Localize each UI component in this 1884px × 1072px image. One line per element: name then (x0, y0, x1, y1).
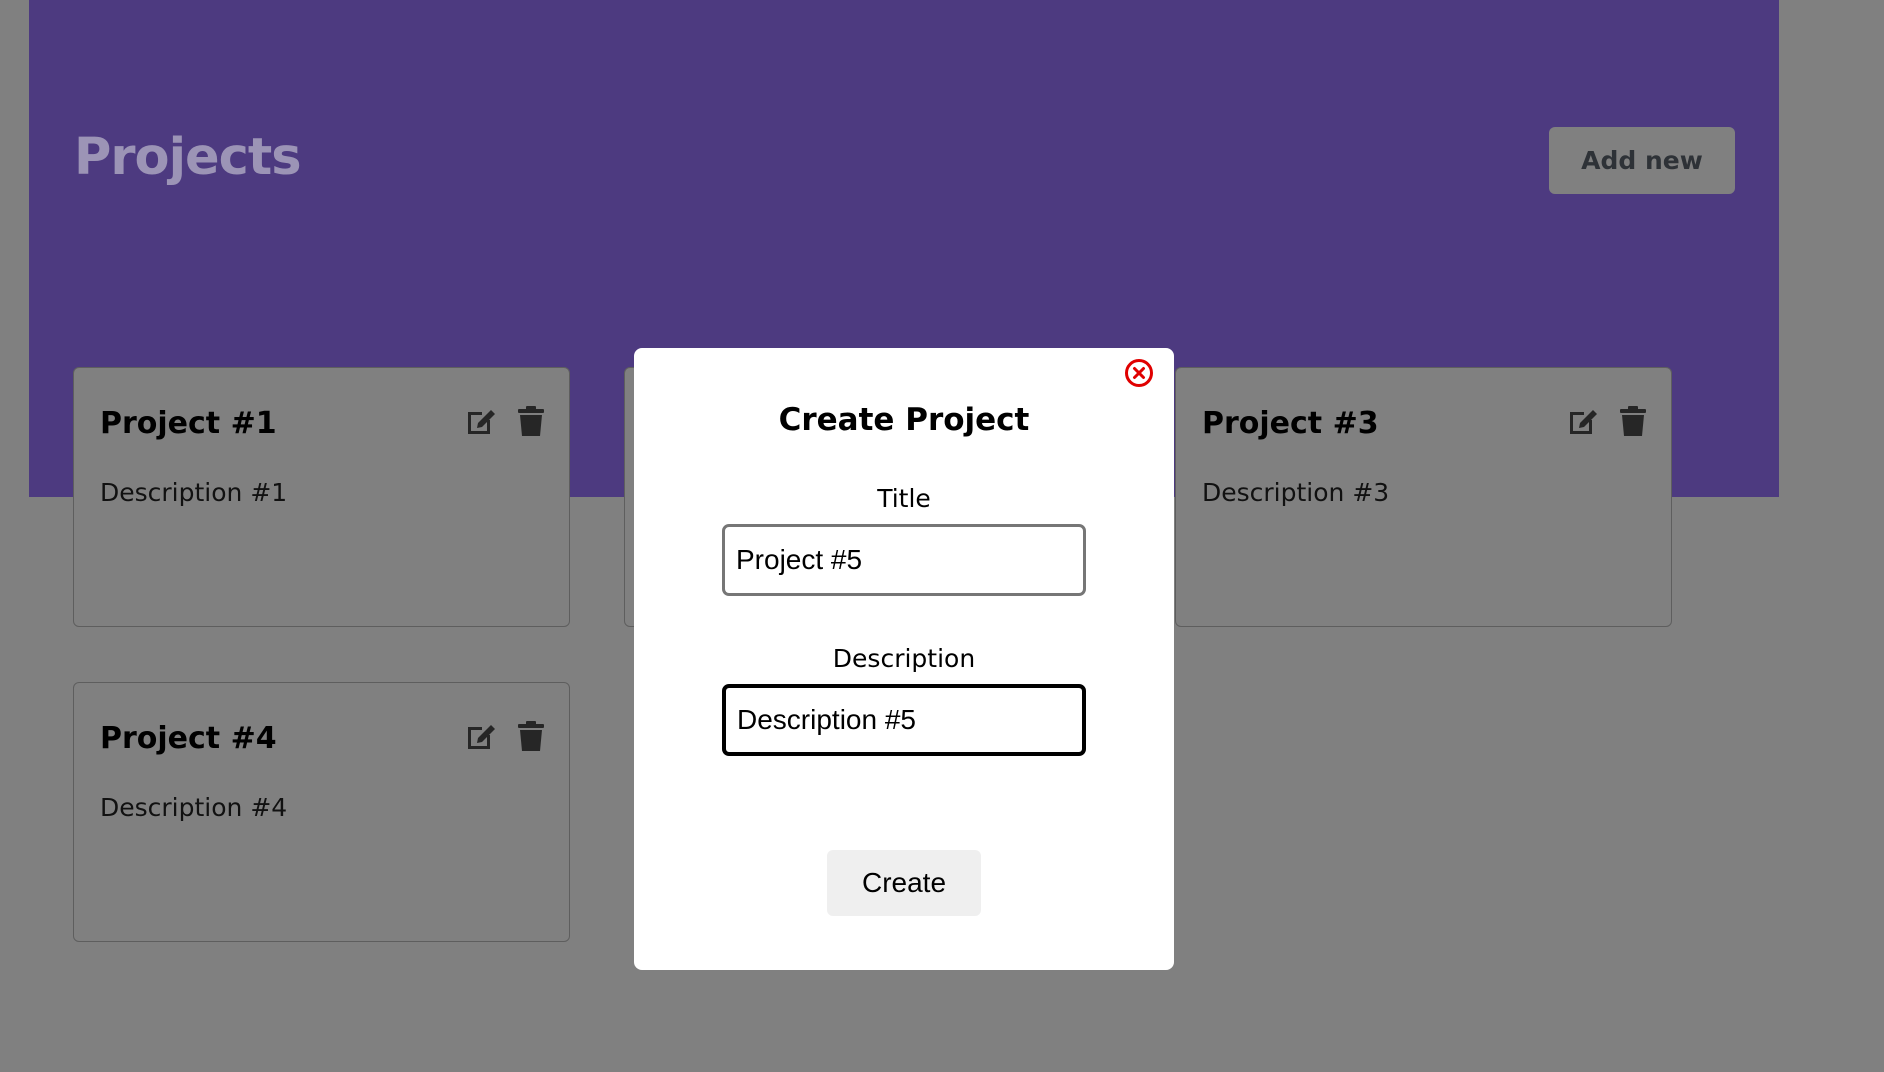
description-input[interactable] (722, 684, 1086, 756)
modal-title: Create Project (778, 402, 1030, 438)
edit-icon[interactable] (1566, 404, 1600, 438)
title-input[interactable] (722, 524, 1086, 596)
project-description: Description #4 (100, 793, 288, 822)
page: Projects Add new Project #1 Description … (0, 0, 1884, 1072)
description-label: Description (832, 644, 976, 673)
create-project-modal: Create Project Title Description Create (634, 348, 1174, 970)
edit-icon[interactable] (464, 719, 498, 753)
project-card: Project #4 Description #4 (73, 682, 570, 942)
project-title: Project #3 (1202, 406, 1379, 441)
project-description: Description #3 (1202, 478, 1390, 507)
edit-icon[interactable] (464, 404, 498, 438)
add-new-button[interactable]: Add new (1549, 127, 1735, 194)
trash-icon[interactable] (1616, 404, 1650, 438)
project-description: Description #1 (100, 478, 288, 507)
project-title: Project #4 (100, 721, 277, 756)
trash-icon[interactable] (514, 404, 548, 438)
close-icon[interactable] (1124, 358, 1154, 388)
project-card: Project #3 Description #3 (1175, 367, 1672, 627)
create-button[interactable]: Create (827, 850, 981, 916)
project-card: Project #1 Description #1 (73, 367, 570, 627)
title-label: Title (877, 484, 931, 513)
project-title: Project #1 (100, 406, 277, 441)
page-title: Projects (74, 128, 302, 187)
trash-icon[interactable] (514, 719, 548, 753)
